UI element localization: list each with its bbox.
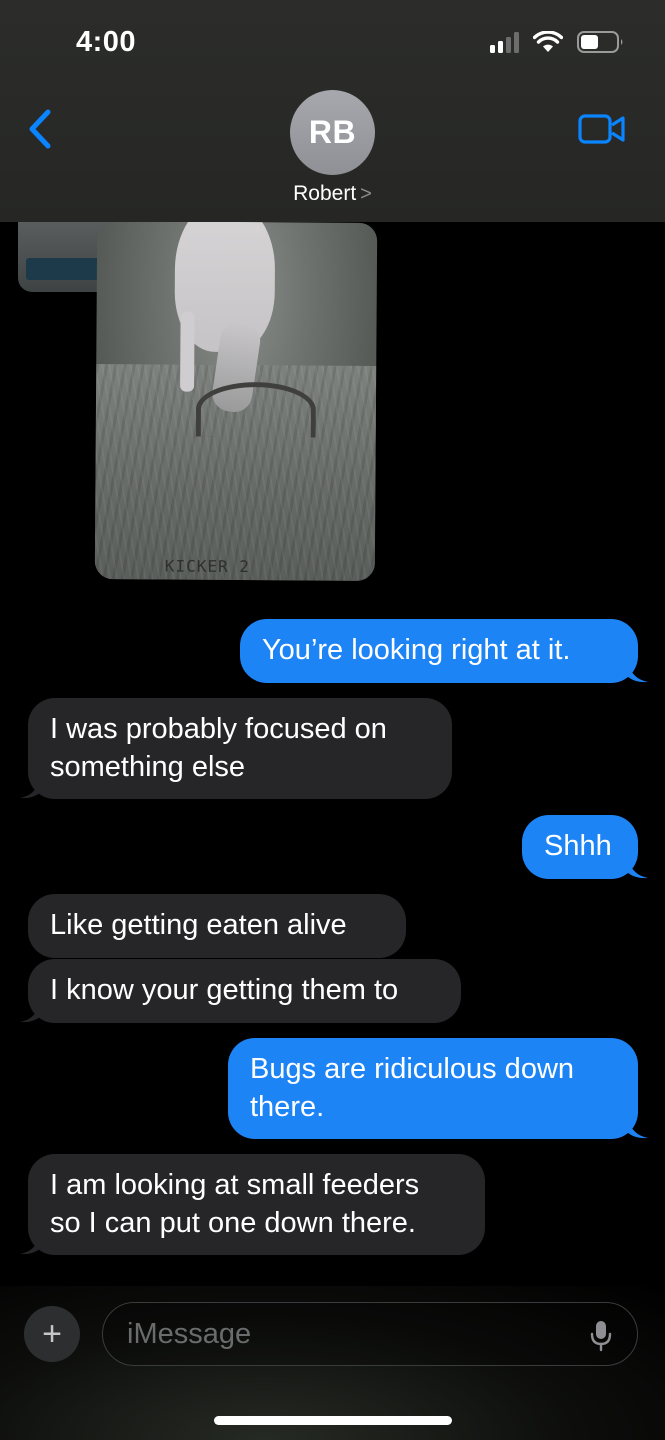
back-chevron-icon[interactable] [22,104,62,154]
message-text: I know your getting them to [50,974,399,1006]
message-text: Like getting eaten alive [50,909,347,941]
bubble-tail [628,1119,648,1139]
bubble-tail [20,779,40,799]
bubble-tail [20,1235,40,1255]
message-bubble-received[interactable]: Like getting eaten alive [28,894,406,958]
message-text: Shhh [544,830,612,862]
contact-name-button[interactable]: Robert > [0,182,665,206]
message-bubble-sent[interactable]: Shhh [522,815,638,879]
message-text-line: I was probably focused on [50,713,387,745]
bubble-tail [20,1003,40,1023]
microphone-icon[interactable] [590,1320,612,1352]
message-text-line: there. [250,1091,325,1123]
message-input[interactable] [102,1302,638,1366]
message-text-line: so I can put one down there. [50,1207,416,1239]
message-text-line: Bugs are ridiculous down [250,1053,575,1085]
plus-icon[interactable]: + [24,1306,80,1362]
message-text-line: I am looking at small feeders [50,1169,420,1201]
contact-avatar[interactable]: RB [290,90,375,175]
battery-icon [577,31,623,53]
deer-leg [180,311,195,392]
conversation-header: 4:00 RB Robert > [0,0,665,222]
message-bubble-received[interactable]: I was probably focused on something else [28,698,452,799]
message-text: You’re looking right at it. [262,634,571,666]
message-text-line: something else [50,751,246,783]
cellular-signal-icon [490,31,519,53]
message-bubble-received[interactable]: I know your getting them to [28,959,461,1023]
bubble-tail [628,859,648,879]
status-icons [490,30,625,54]
deer-antler [195,381,317,438]
bubble-tail [628,663,648,683]
message-bubble-sent[interactable]: Bugs are ridiculous down there. [228,1038,638,1139]
photo-caption: KICKER 2 [164,556,250,577]
status-time: 4:00 [76,26,137,58]
home-indicator[interactable] [214,1416,452,1425]
chevron-right-icon: > [360,183,372,205]
video-camera-icon[interactable] [578,112,626,146]
message-bubble-sent[interactable]: You’re looking right at it. [240,619,638,683]
avatar-initials: RB [308,114,357,150]
photo-attachment[interactable]: KICKER 2 [94,221,378,581]
message-bubble-received[interactable]: I am looking at small feeders so I can p… [28,1154,485,1255]
wifi-icon [533,31,563,52]
contact-name: Robert [293,182,357,205]
